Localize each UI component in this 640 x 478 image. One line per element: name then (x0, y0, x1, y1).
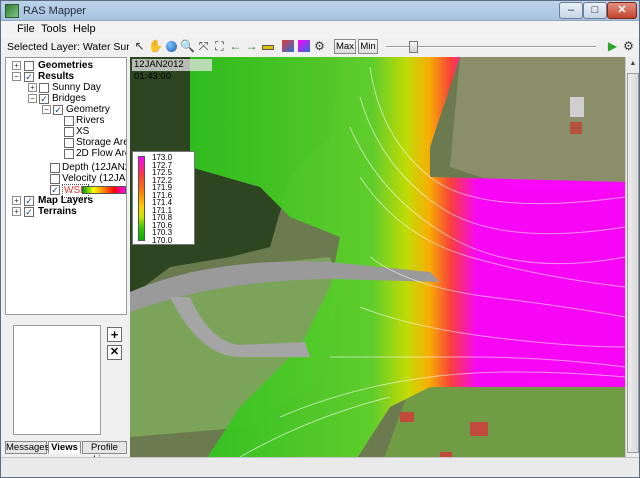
collapse-icon[interactable]: − (12, 72, 21, 81)
animation-settings-icon[interactable]: ⚙ (621, 39, 636, 54)
checkbox-storage-areas[interactable] (64, 138, 74, 148)
checkbox-results[interactable]: ✓ (24, 72, 34, 82)
expand-icon[interactable]: + (28, 83, 37, 92)
views-panel: + ✕ (5, 319, 127, 441)
tab-messages[interactable]: Messages (5, 441, 49, 454)
forward-arrow-icon[interactable]: → (244, 39, 259, 54)
map-view[interactable] (130, 57, 625, 469)
zoom-extent-icon[interactable]: ⛶ (212, 39, 227, 54)
tree-label: Terrains (38, 206, 77, 217)
map-canvas[interactable] (130, 57, 625, 469)
right-field (450, 57, 625, 187)
scroll-up-icon[interactable]: ▲ (627, 57, 639, 71)
minimize-button[interactable]: – (559, 2, 583, 19)
expand-icon[interactable]: + (12, 207, 21, 216)
zoom-icon[interactable]: 🔍 (180, 39, 195, 54)
maximize-button[interactable]: □ (583, 2, 607, 19)
window-title: RAS Mapper (23, 5, 86, 17)
collapse-icon[interactable]: − (42, 105, 51, 114)
pan-hand-icon[interactable]: ✋ (148, 39, 163, 54)
map-timestamp: 12JAN2012 01:43:00 (132, 59, 212, 82)
raster-icon[interactable] (296, 39, 311, 54)
menu-help[interactable]: Help (73, 23, 96, 35)
expand-icon[interactable]: + (12, 61, 21, 70)
pointer-icon[interactable]: ↖ (132, 39, 147, 54)
menu-bar: File Tools Help (1, 21, 639, 38)
scroll-thumb[interactable] (627, 73, 639, 453)
checkbox-terrains[interactable]: ✓ (24, 207, 34, 217)
measure-icon[interactable] (260, 39, 275, 54)
layer-tree: + Geometries − ✓ Results + Sunny Day − ✓… (5, 57, 127, 315)
zoom-full-icon[interactable]: ⤧ (196, 39, 211, 54)
checkbox-xs[interactable] (64, 127, 74, 137)
panel-tabs: Messages Views Profile Lines (5, 441, 127, 465)
expand-icon[interactable]: + (12, 196, 21, 205)
globe-icon[interactable] (164, 39, 179, 54)
building (570, 97, 584, 117)
play-icon[interactable]: ▶ (605, 39, 620, 54)
layer-icon[interactable] (280, 39, 295, 54)
checkbox-depth[interactable] (50, 163, 60, 173)
building (570, 122, 582, 134)
tab-views[interactable]: Views (48, 441, 81, 454)
views-list[interactable] (13, 325, 101, 435)
selected-layer-label: Selected Layer: Water Surface Elev (7, 41, 129, 53)
tab-profile-lines[interactable]: Profile Lines (82, 441, 127, 465)
wse-legend: 173.0 172.7 172.5 172.2 171.9 171.6 171.… (132, 151, 195, 245)
collapse-icon[interactable]: − (28, 94, 37, 103)
legend-value: 170.0 (152, 235, 173, 245)
checkbox-map-layers[interactable]: ✓ (24, 196, 34, 206)
checkbox-2d-flow-areas[interactable] (64, 149, 74, 159)
checkbox-wse[interactable]: ✓ (50, 185, 60, 195)
add-view-button[interactable]: + (107, 327, 122, 342)
time-slider-thumb[interactable] (409, 41, 418, 53)
status-bar (1, 457, 639, 477)
tree-label: 2D Flow Areas (76, 148, 126, 159)
checkbox-geometries[interactable] (24, 61, 34, 71)
checkbox-sunny-day[interactable] (39, 83, 49, 93)
map-vertical-scrollbar[interactable]: ▲ ▼ (625, 57, 639, 469)
min-button[interactable]: Min (358, 39, 378, 54)
wse-color-ramp (82, 186, 126, 194)
checkbox-bridges[interactable]: ✓ (39, 94, 49, 104)
menu-tools[interactable]: Tools (41, 23, 67, 35)
menu-file[interactable]: File (17, 23, 35, 35)
max-button[interactable]: Max (334, 39, 356, 54)
close-button[interactable]: ✕ (607, 2, 637, 19)
checkbox-geometry[interactable]: ✓ (53, 105, 63, 115)
title-bar: RAS Mapper – □ ✕ (1, 1, 639, 21)
profile-icon[interactable]: ⚙ (312, 39, 327, 54)
back-arrow-icon[interactable]: ← (228, 39, 243, 54)
toolbar: Selected Layer: Water Surface Elev ↖ ✋ 🔍… (1, 38, 639, 56)
building (400, 412, 414, 422)
legend-color-ramp (138, 156, 145, 241)
remove-view-button[interactable]: ✕ (107, 345, 122, 360)
app-icon (5, 4, 19, 18)
checkbox-velocity[interactable] (50, 174, 60, 184)
checkbox-rivers[interactable] (64, 116, 74, 126)
app-window: RAS Mapper – □ ✕ File Tools Help Selecte… (0, 0, 640, 478)
building (470, 422, 488, 436)
